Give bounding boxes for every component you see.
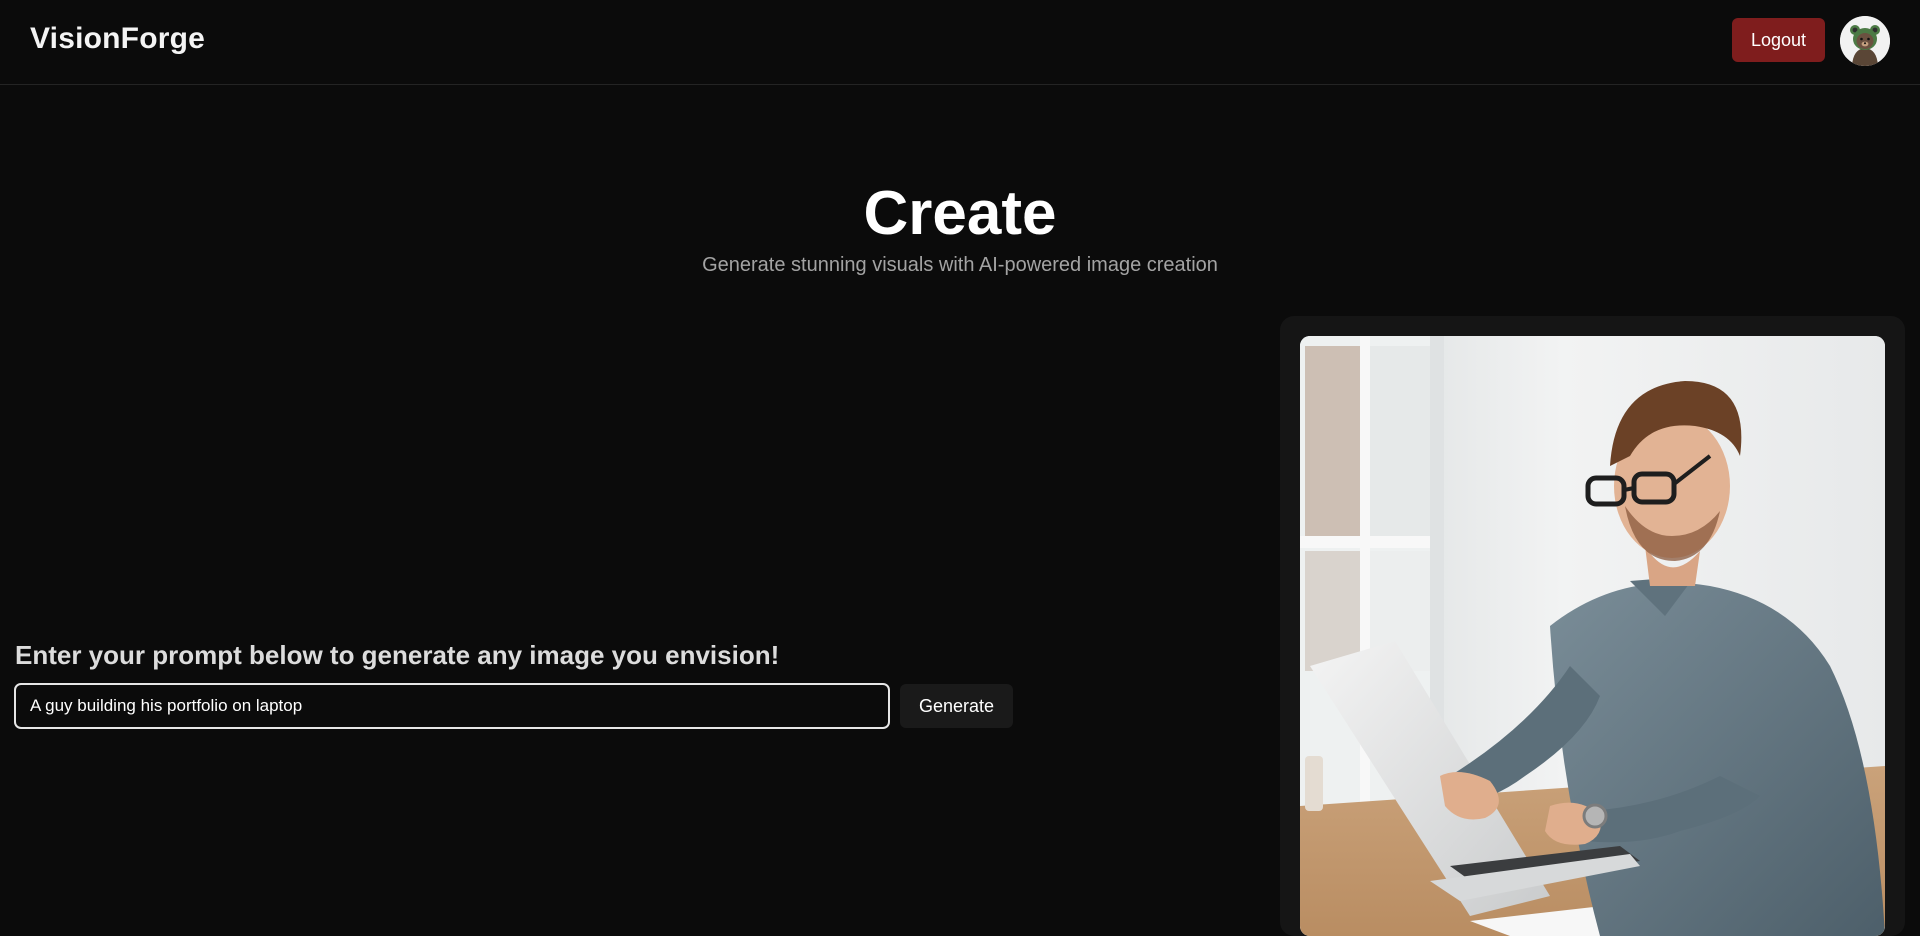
generated-image: [1300, 336, 1885, 936]
prompt-heading: Enter your prompt below to generate any …: [15, 640, 780, 670]
logout-button[interactable]: Logout: [1732, 18, 1825, 62]
generate-button[interactable]: Generate: [900, 684, 1013, 728]
prompt-input[interactable]: [14, 683, 890, 729]
top-navbar: VisionForge Logout: [0, 0, 1920, 85]
avatar[interactable]: [1840, 16, 1890, 66]
page-title: Create: [863, 179, 1057, 248]
brand-logo[interactable]: VisionForge: [30, 22, 205, 56]
page-subtitle: Generate stunning visuals with AI-powere…: [702, 254, 1218, 276]
bear-avatar-icon: [1840, 16, 1890, 66]
result-card: [1280, 316, 1905, 936]
generated-image-art: [1300, 336, 1885, 936]
